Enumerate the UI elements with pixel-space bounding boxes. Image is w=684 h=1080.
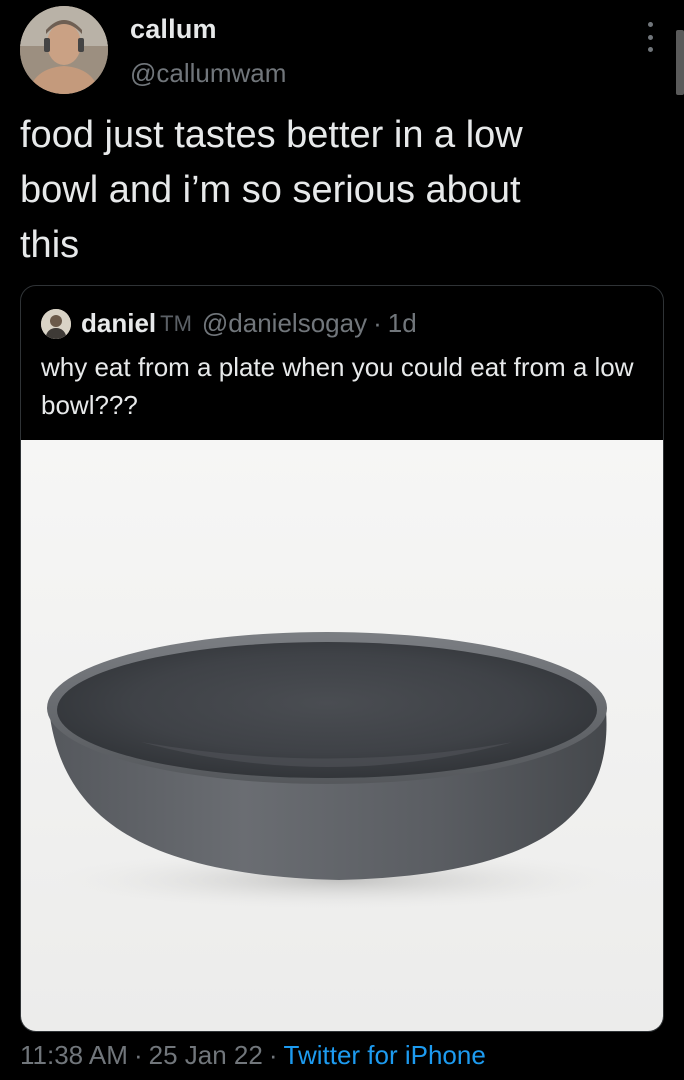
separator: ·: [133, 1040, 143, 1070]
quoted-display-name[interactable]: daniel: [81, 308, 156, 339]
quoted-user-handle[interactable]: @danielsogay: [202, 308, 367, 339]
tweet-source-link[interactable]: Twitter for iPhone: [284, 1040, 486, 1070]
quoted-tweet-header: daniel TM @danielsogay · 1d: [41, 308, 417, 339]
scrollbar[interactable]: [676, 30, 684, 95]
avatar-photo-icon: [41, 308, 71, 339]
quoted-tweet-image[interactable]: [21, 440, 663, 1031]
tweet-text: food just tastes better in a low bowl an…: [20, 114, 523, 266]
separator: ·: [268, 1040, 278, 1070]
tweet-header: callum @callumwam: [0, 0, 684, 110]
tweet-footer: 11:38 AM · 25 Jan 22 · Twitter for iPhone: [20, 1040, 486, 1071]
tweet-time[interactable]: 11:38 AM: [20, 1040, 128, 1070]
avatar-photo-icon: [20, 6, 108, 94]
quoted-tweet-card[interactable]: daniel TM @danielsogay · 1d why eat from…: [20, 285, 664, 1032]
quoted-tweet-text: why eat from a plate when you could eat …: [41, 352, 634, 420]
more-vertical-icon[interactable]: [640, 22, 660, 52]
separator: ·: [373, 308, 382, 338]
user-handle[interactable]: @callumwam: [130, 58, 286, 89]
bowl-image-icon: [47, 632, 624, 910]
display-name[interactable]: callum: [130, 14, 217, 45]
user-avatar[interactable]: [20, 6, 108, 94]
quoted-timestamp[interactable]: 1d: [388, 308, 417, 339]
quoted-user-avatar[interactable]: [41, 308, 71, 339]
quoted-name-suffix: TM: [160, 310, 192, 336]
tweet-date[interactable]: 25 Jan 22: [149, 1040, 263, 1070]
